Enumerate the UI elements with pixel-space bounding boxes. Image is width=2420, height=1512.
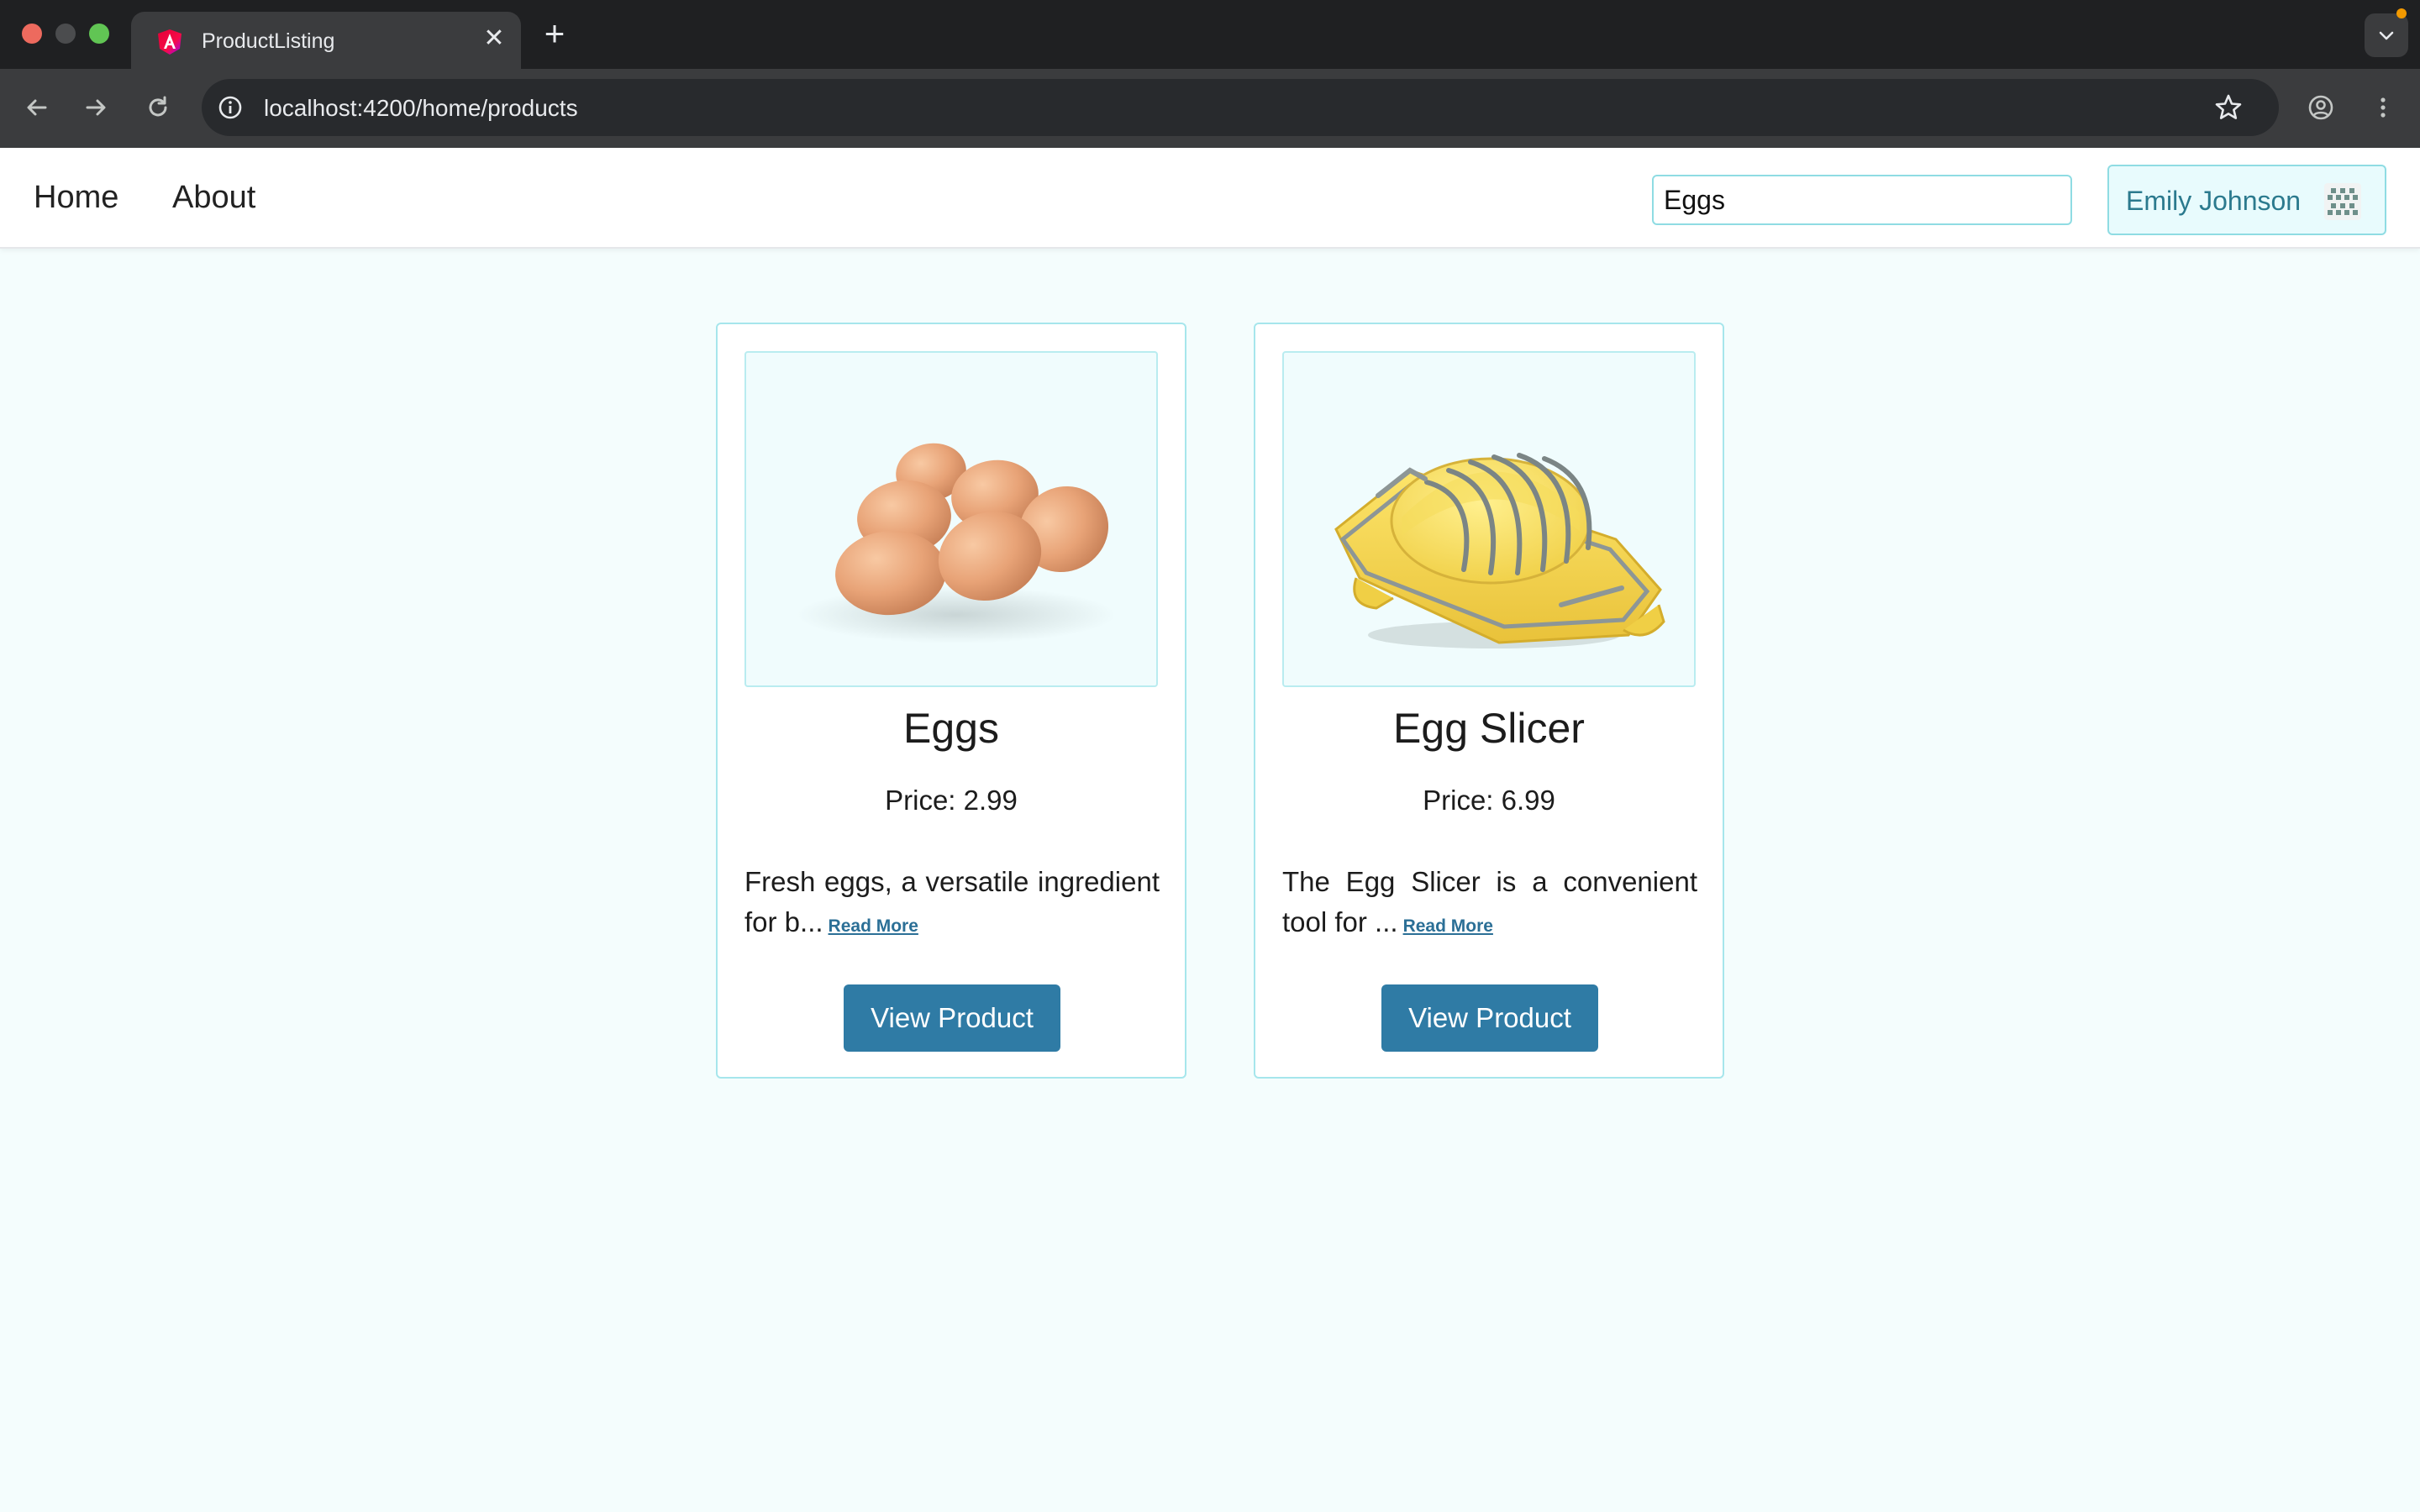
app-header: Home About Emily Johnson [0,148,2420,249]
arrow-right-icon [86,99,106,116]
product-price: Price: 2.99 [885,785,1018,816]
avatar-icon [2324,183,2361,220]
close-window-button[interactable] [22,24,42,44]
search-input[interactable] [1652,175,2072,225]
maximize-window-button[interactable] [89,24,109,44]
angular-favicon-icon [156,29,183,55]
product-description-text: Fresh eggs, a versatile ingredient for b… [744,866,1160,937]
product-description: The Egg Slicer is a convenient tool for … [1282,862,1697,947]
nav-about-link[interactable]: About [172,180,255,216]
tab-search-button[interactable] [2365,13,2408,57]
product-image-egg-slicer [1282,351,1696,687]
new-tab-button[interactable]: + [538,15,571,52]
back-button[interactable] [17,87,57,128]
profile-button[interactable] [2301,87,2341,128]
product-name: Eggs [903,705,999,752]
product-image-eggs [744,351,1158,687]
product-card: Egg Slicer Price: 6.99 The Egg Slicer is… [1254,323,1724,1079]
more-vertical-icon [2381,97,2386,118]
user-name: Emily Johnson [2126,186,2302,216]
address-bar[interactable]: localhost:4200/home/products [202,79,2279,136]
product-description: Fresh eggs, a versatile ingredient for b… [744,862,1160,947]
url-text[interactable]: localhost:4200/home/products [264,95,578,122]
product-card: Eggs Price: 2.99 Fresh eggs, a versatile… [716,323,1186,1079]
chevron-down-icon [2379,31,2394,40]
account-circle-icon [2308,95,2333,120]
browser-toolbar: localhost:4200/home/products [0,69,2420,148]
read-more-link[interactable]: Read More [1403,916,1493,936]
minimize-window-button[interactable] [55,24,76,44]
egg-slicer-image-icon [1334,453,1665,648]
user-menu-button[interactable]: Emily Johnson [2107,165,2386,235]
reload-button[interactable] [138,87,178,128]
view-product-button[interactable]: View Product [1381,984,1598,1052]
eggs-image-icon [797,443,1116,643]
browser-tab-bar: ProductListing ✕ + [0,0,2420,69]
product-name: Egg Slicer [1393,705,1585,752]
bookmark-star-icon[interactable] [2212,91,2245,124]
arrow-left-icon [27,99,47,116]
product-price: Price: 6.99 [1423,785,1555,816]
nav-home-link[interactable]: Home [34,180,118,216]
reload-icon [149,96,167,117]
update-indicator-icon [2396,8,2407,18]
browser-menu-button[interactable] [2363,87,2403,128]
site-info-icon[interactable] [215,92,245,123]
view-product-button[interactable]: View Product [844,984,1060,1052]
browser-tab-active[interactable]: ProductListing ✕ [131,12,521,69]
tab-title: ProductListing [202,29,335,53]
tab-close-icon[interactable]: ✕ [479,24,509,54]
forward-button[interactable] [76,87,116,128]
read-more-link[interactable]: Read More [829,916,918,936]
